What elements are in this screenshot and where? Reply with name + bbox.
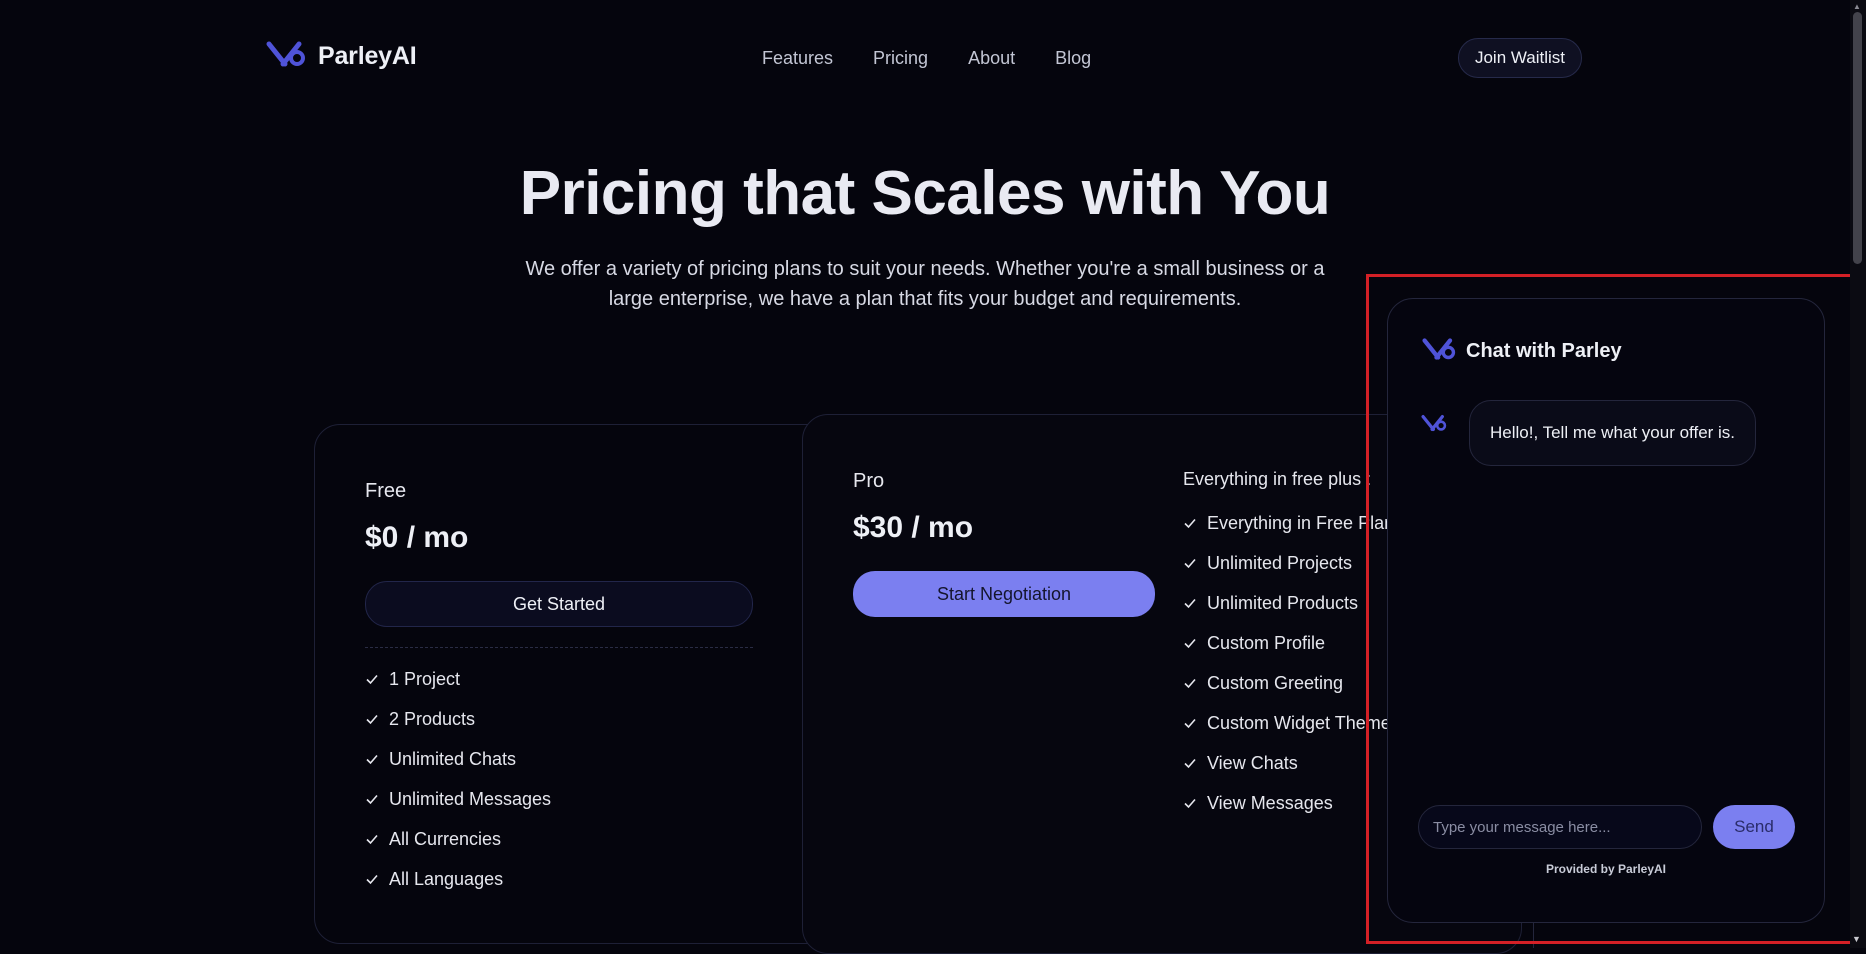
check-icon xyxy=(366,794,378,805)
check-icon xyxy=(1184,798,1196,809)
pro-plus-label: Everything in free plus : xyxy=(1183,469,1372,489)
feature-label: Unlimited Messages xyxy=(389,788,552,809)
nav-link-features[interactable]: Features xyxy=(762,48,833,69)
pro-feature-list: Everything in Free Plan Unlimited Projec… xyxy=(1183,503,1394,823)
feature-label: Unlimited Projects xyxy=(1207,552,1353,573)
list-item: Custom Greeting xyxy=(1183,663,1394,703)
pro-plan-price: $30 / mo xyxy=(853,511,974,544)
list-item: Everything in Free Plan xyxy=(1183,503,1394,543)
free-plan-card: Free $0 / mo Get Started 1 Project 2 Pro… xyxy=(314,424,834,944)
feature-label: View Chats xyxy=(1207,752,1298,773)
list-item: Unlimited Products xyxy=(1183,583,1394,623)
check-icon xyxy=(366,754,378,765)
check-icon xyxy=(366,674,378,685)
page-title: Pricing that Scales with You xyxy=(519,159,1331,228)
top-nav: ParleyAI Features Pricing About Blog Joi… xyxy=(0,0,1850,118)
list-item: Unlimited Messages xyxy=(365,779,551,819)
pro-plan-name: Pro xyxy=(853,470,885,492)
feature-label: Unlimited Products xyxy=(1207,592,1359,613)
feature-label: Custom Profile xyxy=(1207,632,1326,653)
join-waitlist-button[interactable]: Join Waitlist xyxy=(1458,38,1582,78)
check-icon xyxy=(366,874,378,885)
get-started-button[interactable]: Get Started xyxy=(365,581,753,627)
brand-name: ParleyAI xyxy=(318,42,417,70)
list-item: View Chats xyxy=(1183,743,1394,783)
feature-label: All Currencies xyxy=(389,828,502,849)
feature-label: Custom Widget Theme xyxy=(1207,712,1391,733)
free-plan-name: Free xyxy=(365,480,407,502)
check-icon xyxy=(366,834,378,845)
parley-logo-icon xyxy=(266,40,306,73)
list-item: All Currencies xyxy=(365,819,551,859)
start-negotiation-button[interactable]: Start Negotiation xyxy=(853,571,1155,617)
list-item: 1 Project xyxy=(365,659,551,699)
scroll-down-icon[interactable]: ▼ xyxy=(1852,934,1861,944)
free-feature-list: 1 Project 2 Products Unlimited Chats Unl… xyxy=(365,659,551,899)
list-item: Unlimited Chats xyxy=(365,739,551,779)
free-plan-price: $0 / mo xyxy=(365,521,469,554)
page-subtitle: We offer a variety of pricing plans to s… xyxy=(525,258,1325,310)
feature-label: 2 Products xyxy=(389,708,476,729)
list-item: 2 Products xyxy=(365,699,551,739)
list-item: Custom Widget Theme xyxy=(1183,703,1394,743)
check-icon xyxy=(1184,718,1196,729)
check-icon xyxy=(1184,638,1196,649)
feature-label: Custom Greeting xyxy=(1207,672,1344,693)
list-item: Unlimited Projects xyxy=(1183,543,1394,583)
scroll-up-icon[interactable]: ▲ xyxy=(1853,2,1861,11)
nav-links: Features Pricing About Blog xyxy=(762,48,1091,69)
check-icon xyxy=(1184,518,1196,529)
brand[interactable]: ParleyAI xyxy=(266,40,417,73)
scrollbar-thumb[interactable] xyxy=(1853,12,1862,264)
check-icon xyxy=(366,714,378,725)
check-icon xyxy=(1184,598,1196,609)
feature-label: 1 Project xyxy=(389,668,461,689)
feature-label: View Messages xyxy=(1207,792,1333,813)
check-icon xyxy=(1184,558,1196,569)
nav-link-blog[interactable]: Blog xyxy=(1055,48,1091,69)
feature-label: All Languages xyxy=(389,868,504,889)
free-plan-divider xyxy=(365,647,753,648)
feature-label: Unlimited Chats xyxy=(389,748,517,769)
list-item: Custom Profile xyxy=(1183,623,1394,663)
list-item: View Messages xyxy=(1183,783,1394,823)
check-icon xyxy=(1184,678,1196,689)
check-icon xyxy=(1184,758,1196,769)
list-item: All Languages xyxy=(365,859,551,899)
chat-widget-highlight xyxy=(1366,274,1858,944)
nav-link-pricing[interactable]: Pricing xyxy=(873,48,928,69)
nav-link-about[interactable]: About xyxy=(968,48,1015,69)
